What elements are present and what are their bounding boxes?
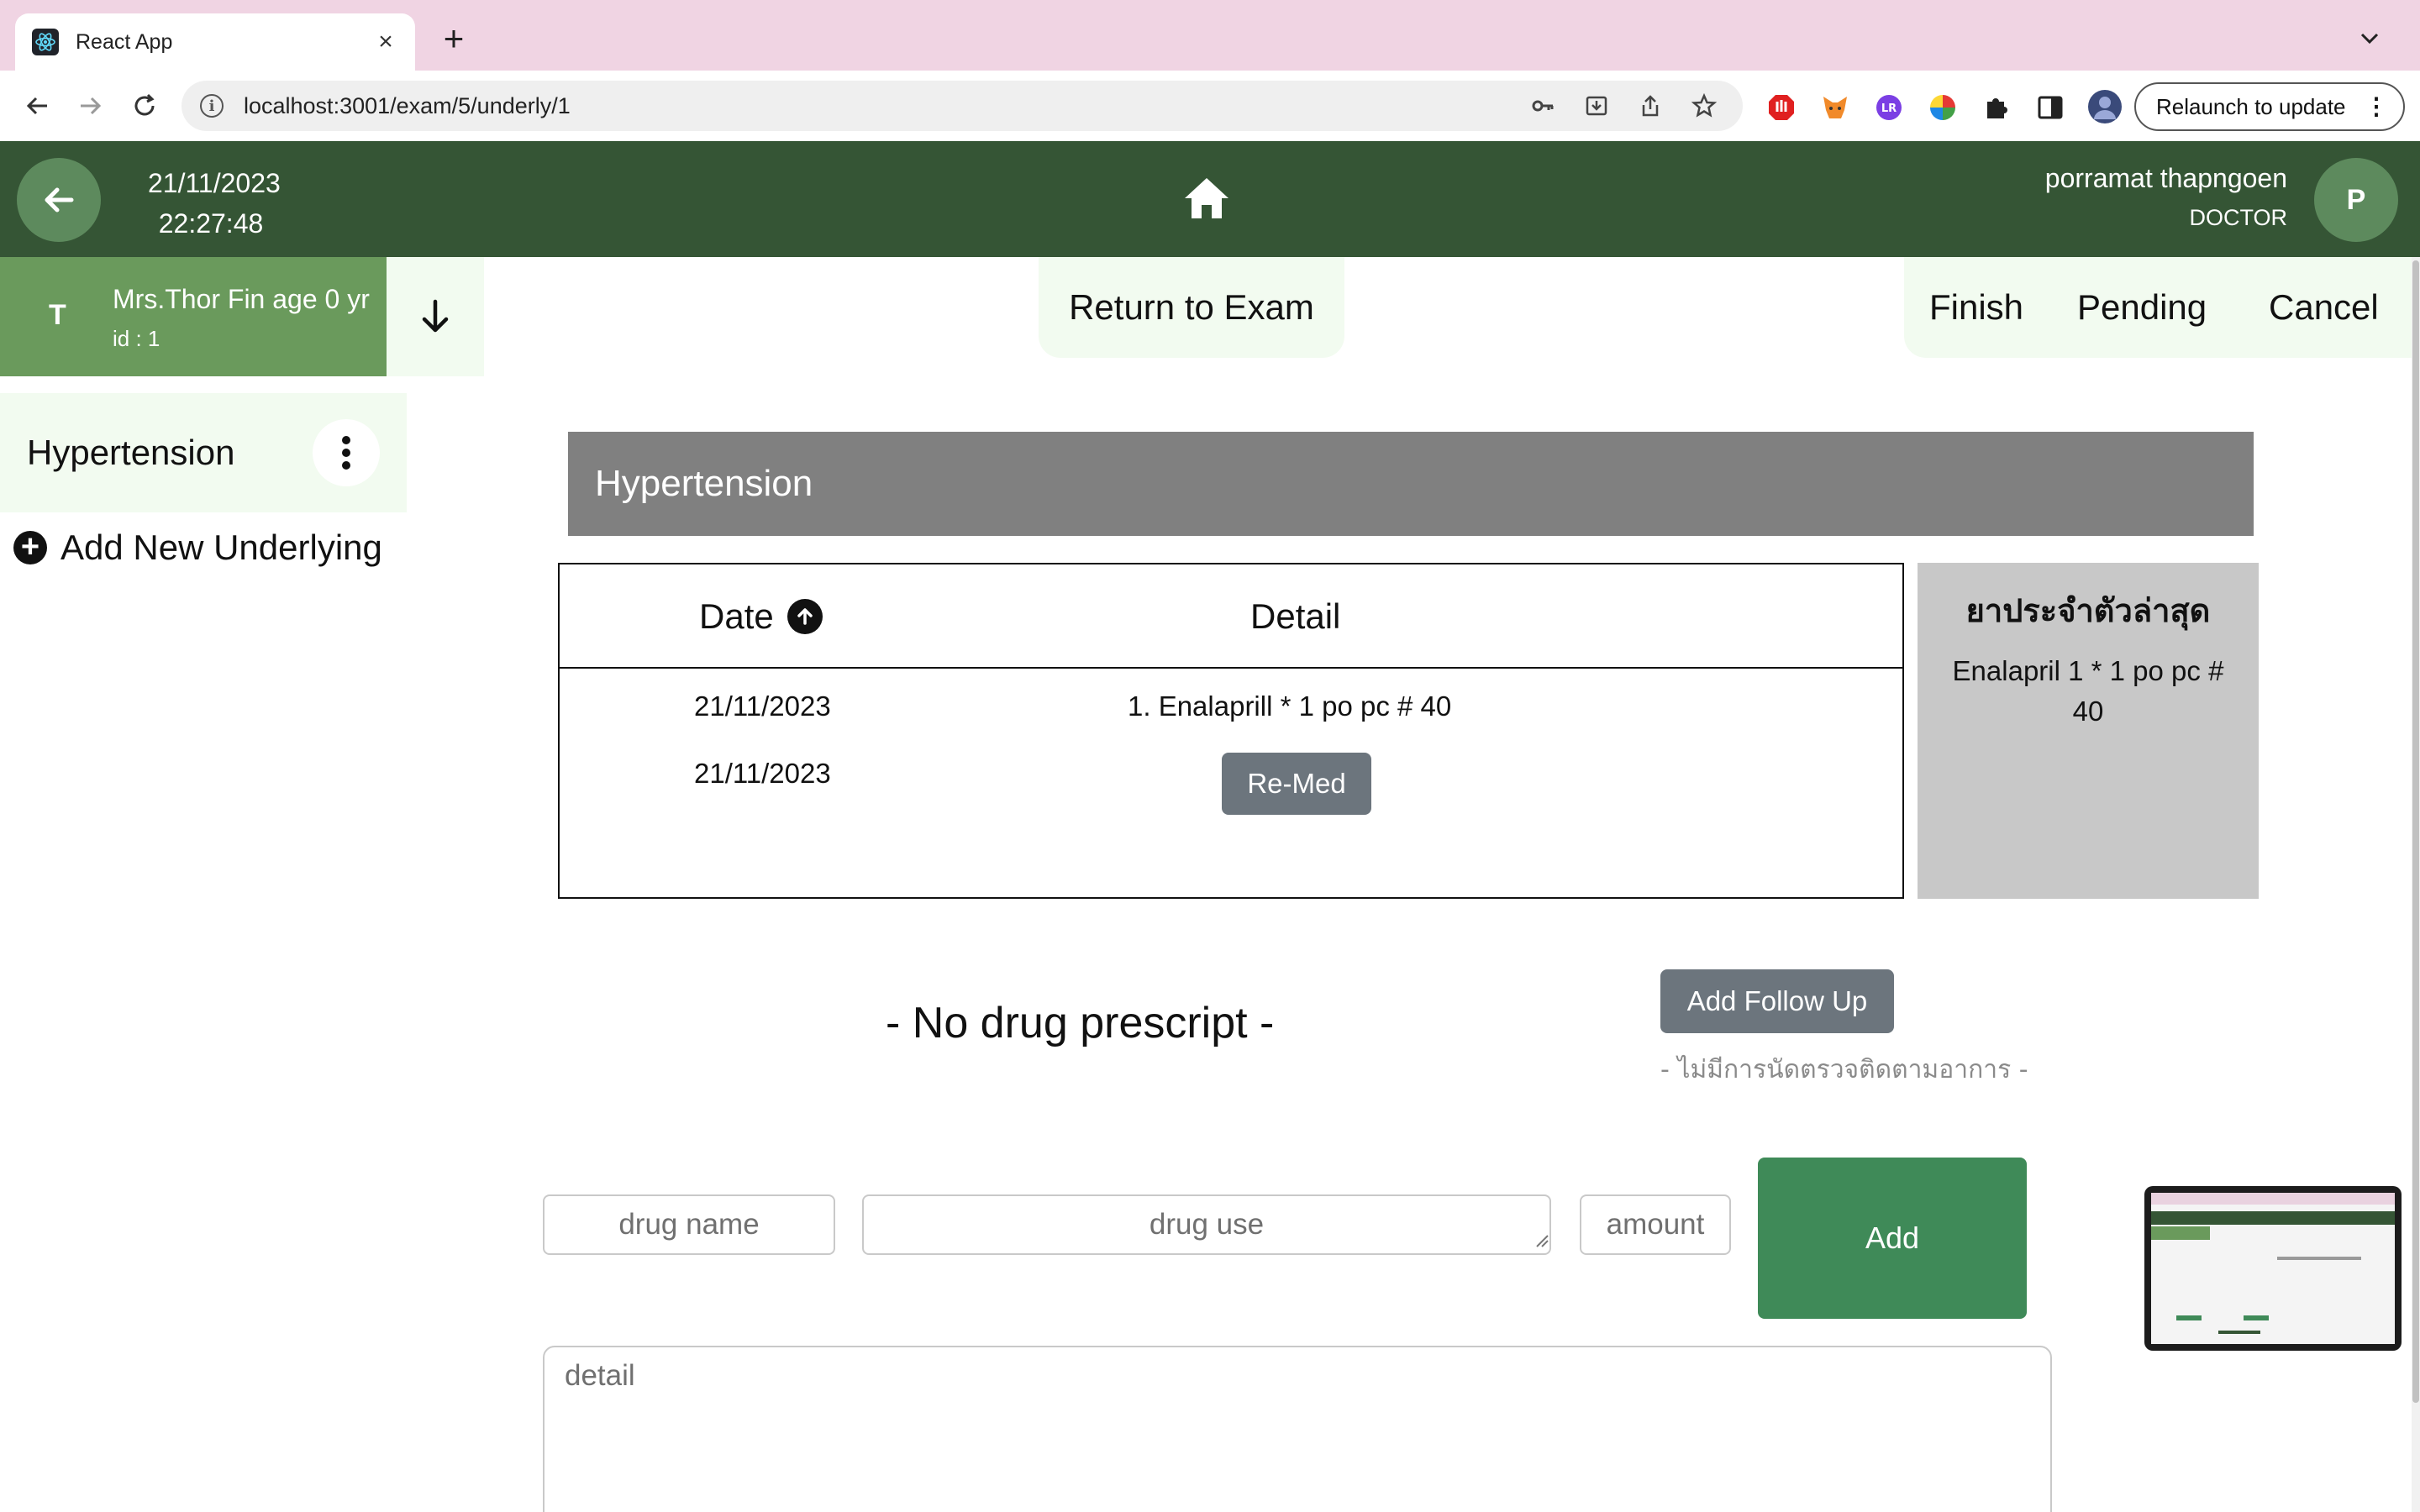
reload-icon[interactable] xyxy=(128,89,161,123)
add-new-underlying-button[interactable]: + Add New Underlying xyxy=(13,528,382,568)
patient-initial: T xyxy=(49,299,66,331)
browser-tab[interactable]: React App × xyxy=(15,13,415,71)
plus-circle-icon: + xyxy=(13,531,47,564)
amount-input[interactable] xyxy=(1580,1194,1731,1255)
profile-avatar-icon[interactable] xyxy=(2087,89,2123,124)
sidebar-item-label: Hypertension xyxy=(27,433,235,472)
re-med-button[interactable]: Re-Med xyxy=(1222,753,1371,815)
react-favicon-icon xyxy=(32,29,59,55)
install-icon[interactable] xyxy=(1581,91,1612,121)
add-underlying-label: Add New Underlying xyxy=(60,528,382,567)
detail-column-header: Detail xyxy=(1250,596,1341,636)
detail-textarea[interactable] xyxy=(543,1346,2052,1512)
resize-handle-icon[interactable] xyxy=(1534,1233,1549,1248)
patient-name: Mrs.Thor Fin age 0 yr xyxy=(113,284,370,314)
page-title: Hypertension xyxy=(568,432,2254,536)
browser-toolbar: i localhost:3001/exam/5/underly/1 LR Rel… xyxy=(0,71,2420,141)
home-icon[interactable] xyxy=(1181,173,1232,223)
table-row-detail: 1. Enalaprill * 1 po pc # 40 xyxy=(1128,690,1452,722)
add-follow-up-button[interactable]: Add Follow Up xyxy=(1660,969,1894,1033)
expand-patient-button[interactable] xyxy=(387,257,484,376)
back-arrow-icon[interactable] xyxy=(20,89,54,123)
table-row-date: 21/11/2023 xyxy=(694,758,831,789)
latest-medication-title: ยาประจำตัวล่าสุด xyxy=(1965,592,2211,629)
url-text: localhost:3001/exam/5/underly/1 xyxy=(244,92,571,118)
more-menu-icon[interactable]: ⋮ xyxy=(2365,92,2388,121)
relaunch-label: Relaunch to update xyxy=(2156,93,2346,119)
drug-name-input[interactable] xyxy=(543,1194,835,1255)
lr-extension-icon[interactable]: LR xyxy=(1874,92,1904,123)
extensions-puzzle-icon[interactable] xyxy=(1981,92,2012,123)
user-name: porramat thapngoen xyxy=(2044,163,2287,193)
exam-actions: Finish Pending Cancel xyxy=(1904,257,2420,358)
sidebar-item-hypertension[interactable]: Hypertension xyxy=(0,393,407,512)
sort-arrow-up-icon[interactable] xyxy=(786,599,823,634)
arrow-left-icon xyxy=(45,187,74,213)
key-icon[interactable] xyxy=(1528,91,1558,121)
header-date: 21/11/2023 xyxy=(148,168,281,198)
cancel-button[interactable]: Cancel xyxy=(2269,287,2379,328)
latest-medication-panel: ยาประจำตัวล่าสุด Enalapril 1 * 1 po pc #… xyxy=(1918,563,2259,899)
patient-card[interactable]: T Mrs.Thor Fin age 0 yr id : 1 xyxy=(0,257,387,376)
return-to-exam-button[interactable]: Return to Exam xyxy=(1039,257,1344,358)
arrow-down-icon xyxy=(422,299,449,333)
app-header: 21/11/2023 22:27:48 porramat thapngoen D… xyxy=(0,141,2420,257)
preview-image xyxy=(2151,1193,2395,1344)
no-drug-message: - No drug prescript - xyxy=(886,999,1275,1047)
forward-arrow-icon[interactable] xyxy=(74,89,108,123)
back-button[interactable] xyxy=(17,158,101,242)
new-tab-icon[interactable]: + xyxy=(437,21,471,56)
share-icon[interactable] xyxy=(1635,91,1665,121)
color-picker-extension-icon[interactable] xyxy=(1928,92,1958,123)
table-header: Date Detail xyxy=(560,564,1902,669)
relaunch-to-update-button[interactable]: Relaunch to update ⋮ xyxy=(2134,82,2405,131)
more-options-icon[interactable] xyxy=(313,419,380,486)
address-bar[interactable]: i localhost:3001/exam/5/underly/1 xyxy=(182,81,1743,131)
side-panel-icon[interactable] xyxy=(2035,92,2065,123)
tab-list-chevron-icon[interactable] xyxy=(2354,24,2385,54)
drug-use-input[interactable] xyxy=(862,1194,1551,1255)
svg-text:LR: LR xyxy=(1881,102,1897,115)
metamask-extension-icon[interactable] xyxy=(1820,92,1850,123)
medication-history-table: Date Detail 21/11/2023 1. Enalaprill * 1… xyxy=(558,563,1904,899)
pending-button[interactable]: Pending xyxy=(2077,287,2207,328)
date-column-header[interactable]: Date xyxy=(699,596,823,637)
close-tab-icon[interactable]: × xyxy=(373,29,398,55)
user-role: DOCTOR xyxy=(2189,205,2287,230)
finish-button[interactable]: Finish xyxy=(1929,287,2023,328)
scrollbar-thumb[interactable] xyxy=(2412,260,2419,1403)
adblock-extension-icon[interactable] xyxy=(1766,92,1797,123)
bookmark-star-icon[interactable] xyxy=(1689,91,1719,121)
table-row-date: 21/11/2023 xyxy=(694,690,831,722)
latest-medication-text: Enalapril 1 * 1 po pc # 40 xyxy=(1952,655,2224,727)
add-drug-button[interactable]: Add xyxy=(1758,1158,2027,1319)
patient-id: id : 1 xyxy=(113,326,160,351)
user-avatar[interactable]: P xyxy=(2314,158,2398,242)
header-datetime: 21/11/2023 22:27:48 xyxy=(148,163,281,244)
date-header-label: Date xyxy=(699,596,774,636)
no-follow-up-message: - ไม่มีการนัดตรวจติดตามอาการ - xyxy=(1660,1055,2028,1084)
header-time: 22:27:48 xyxy=(158,208,264,239)
browser-tab-bar: React App × + xyxy=(0,0,2420,71)
site-info-icon[interactable]: i xyxy=(200,94,224,118)
tab-title: React App xyxy=(76,29,173,54)
screen-preview-thumbnail[interactable] xyxy=(2144,1186,2402,1351)
